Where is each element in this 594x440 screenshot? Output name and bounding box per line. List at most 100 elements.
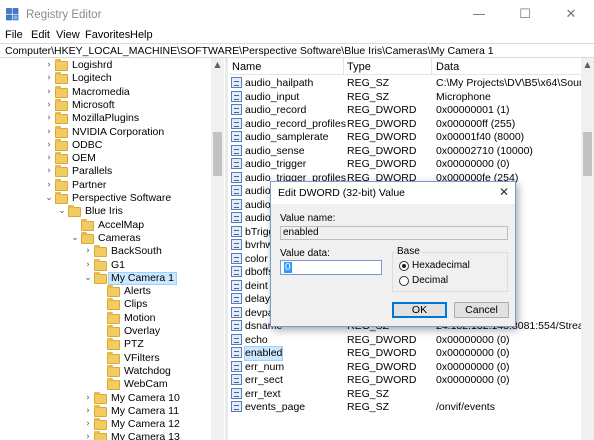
tree-item-label[interactable]: Macromedia bbox=[72, 86, 130, 99]
tree-item-label[interactable]: Perspective Software bbox=[72, 192, 171, 205]
tree-item[interactable]: › Partner bbox=[0, 178, 210, 192]
tree-item-label[interactable]: OEM bbox=[72, 152, 96, 165]
value-row[interactable]: events_page REG_SZ/onvif/events bbox=[229, 401, 581, 414]
value-name[interactable]: echo bbox=[245, 334, 268, 347]
expand-chevron-down-icon[interactable]: ⌄ bbox=[83, 272, 93, 285]
expand-chevron-right-icon[interactable]: › bbox=[44, 72, 54, 85]
tree-item[interactable]: › Logishrd bbox=[0, 59, 210, 72]
hexadecimal-radio[interactable] bbox=[399, 261, 409, 271]
tree-item[interactable]: › Logitech bbox=[0, 72, 210, 85]
tree-item-label[interactable]: G1 bbox=[111, 259, 125, 272]
tree-item-label[interactable]: Watchdog bbox=[124, 365, 171, 378]
tree-item[interactable]: › ODBC bbox=[0, 138, 210, 152]
tree-item[interactable]: Overlay bbox=[0, 325, 210, 338]
tree-item-label[interactable]: WebCam bbox=[124, 378, 168, 391]
minimize-button[interactable]: — bbox=[456, 0, 502, 30]
maximize-button[interactable]: ☐ bbox=[502, 0, 548, 30]
value-row[interactable]: echo REG_DWORD 0x00000000 (0) bbox=[229, 333, 581, 347]
expand-chevron-right-icon[interactable]: › bbox=[44, 59, 54, 72]
expand-chevron-right-icon[interactable]: › bbox=[44, 152, 54, 165]
tree-item-label[interactable]: Overlay bbox=[124, 325, 160, 338]
tree-item[interactable]: Alerts bbox=[0, 285, 210, 298]
menu-help[interactable]: Help bbox=[130, 29, 153, 41]
value-name[interactable]: deint bbox=[245, 280, 268, 293]
tree-scrollbar[interactable]: ▲ bbox=[211, 58, 224, 440]
tree-item[interactable]: › My Camera 13 bbox=[0, 431, 210, 440]
value-row[interactable]: audio_input REG_SZ Microphone bbox=[229, 90, 581, 104]
expand-chevron-right-icon[interactable]: › bbox=[83, 418, 93, 431]
tree-item[interactable]: VFilters bbox=[0, 351, 210, 365]
value-row[interactable]: enabled REG_DWORD 0x00000000 (0) bbox=[229, 346, 581, 361]
ok-button[interactable]: OK bbox=[392, 302, 447, 318]
value-data-input[interactable]: 0 bbox=[280, 260, 382, 275]
tree-item[interactable]: › Macromedia bbox=[0, 85, 210, 99]
value-name[interactable]: audio_input bbox=[245, 91, 299, 104]
expand-chevron-right-icon[interactable]: › bbox=[44, 86, 54, 99]
tree-item-label[interactable]: MozillaPlugins bbox=[72, 112, 139, 125]
tree-item-label[interactable]: My Camera 13 bbox=[111, 431, 180, 440]
tree-item-label[interactable]: Microsoft bbox=[72, 99, 115, 112]
expand-chevron-right-icon[interactable]: › bbox=[44, 126, 54, 139]
tree-item-label[interactable]: My Camera 11 bbox=[111, 405, 179, 418]
value-name[interactable]: err_text bbox=[245, 388, 281, 401]
scroll-up-arrow-icon[interactable]: ▲ bbox=[211, 58, 224, 71]
tree-item[interactable]: › OEM bbox=[0, 152, 210, 165]
tree-item-label[interactable]: Motion bbox=[124, 312, 156, 325]
tree-item[interactable]: ⌄ My Camera 1 bbox=[0, 271, 210, 285]
tree-item-label[interactable]: Clips bbox=[124, 298, 147, 311]
cancel-button[interactable]: Cancel bbox=[454, 302, 509, 318]
value-row[interactable]: err_sect REG_DWORD 0x00000000 (0) bbox=[229, 374, 581, 387]
value-name[interactable]: color bbox=[245, 253, 268, 266]
value-name[interactable]: enabled bbox=[243, 346, 284, 361]
tree-item[interactable]: › My Camera 10 bbox=[0, 391, 210, 405]
tree-item-label[interactable]: BackSouth bbox=[111, 245, 162, 258]
tree-item-label[interactable]: Cameras bbox=[98, 232, 141, 245]
value-name[interactable]: err_sect bbox=[245, 374, 283, 387]
tree-item[interactable]: ⌄ Blue Iris bbox=[0, 205, 210, 218]
tree-item-label[interactable]: Partner bbox=[72, 179, 106, 192]
column-header-type[interactable]: Type bbox=[347, 61, 371, 73]
tree-item[interactable]: Clips bbox=[0, 298, 210, 311]
tree-item[interactable]: › My Camera 11 bbox=[0, 404, 210, 418]
expand-chevron-right-icon[interactable]: › bbox=[83, 431, 93, 440]
value-name[interactable]: events_page bbox=[245, 401, 305, 414]
value-row[interactable]: err_text REG_SZ bbox=[229, 387, 581, 401]
tree-item[interactable]: › G1 bbox=[0, 258, 210, 272]
value-name[interactable]: audio_record_profiles bbox=[245, 118, 346, 131]
tree-item[interactable]: PTZ bbox=[0, 338, 210, 351]
expand-chevron-right-icon[interactable]: › bbox=[83, 392, 93, 405]
expand-chevron-right-icon[interactable]: › bbox=[83, 405, 93, 418]
menu-edit[interactable]: Edit bbox=[31, 29, 50, 41]
value-row[interactable]: audio_hailpath REG_SZ C:\My Projects\DV\B5… bbox=[229, 77, 581, 90]
value-row[interactable]: audio_samplerate REG_DWORD 0x00001f40 (800… bbox=[229, 131, 581, 144]
close-button[interactable]: ✕ bbox=[548, 0, 594, 30]
tree-item[interactable]: ⌄ Cameras bbox=[0, 231, 210, 245]
tree-item-label[interactable]: My Camera 12 bbox=[111, 418, 180, 431]
tree-item[interactable]: › Parallels bbox=[0, 165, 210, 178]
column-separator[interactable] bbox=[431, 58, 432, 75]
value-row[interactable]: audio_record REG_DWORD 0x00000001 (1) bbox=[229, 104, 581, 117]
tree-item-label[interactable]: My Camera 1 bbox=[108, 271, 178, 285]
tree-item-label[interactable]: Alerts bbox=[124, 285, 151, 298]
expand-chevron-right-icon[interactable]: › bbox=[44, 99, 54, 112]
value-name[interactable]: audio_trigger bbox=[245, 158, 306, 171]
column-separator[interactable] bbox=[343, 58, 344, 75]
tree-item[interactable]: › My Camera 12 bbox=[0, 418, 210, 431]
address-path[interactable]: Computer\HKEY_LOCAL_MACHINE\SOFTWARE\Per… bbox=[5, 45, 494, 57]
menu-view[interactable]: View bbox=[56, 29, 80, 41]
tree-item-label[interactable]: VFilters bbox=[124, 352, 160, 365]
expand-chevron-down-icon[interactable]: ⌄ bbox=[70, 232, 80, 245]
value-name[interactable]: audio_sense bbox=[245, 145, 305, 158]
address-bar[interactable]: Computer\HKEY_LOCAL_MACHINE\SOFTWARE\Per… bbox=[0, 43, 594, 58]
expand-chevron-right-icon[interactable]: › bbox=[44, 165, 54, 178]
expand-chevron-right-icon[interactable]: › bbox=[83, 259, 93, 272]
tree-item-label[interactable]: My Camera 10 bbox=[111, 392, 180, 405]
tree-item-label[interactable]: PTZ bbox=[124, 338, 144, 351]
menu-favorites[interactable]: Favorites bbox=[85, 29, 130, 41]
decimal-radio[interactable] bbox=[399, 276, 409, 286]
value-name[interactable]: audio_samplerate bbox=[245, 131, 328, 144]
value-row[interactable]: audio_trigger REG_DWORD 0x00000000 (0) bbox=[229, 158, 581, 171]
menu-file[interactable]: File bbox=[5, 29, 23, 41]
tree-item[interactable]: › NVIDIA Corporation bbox=[0, 125, 210, 139]
expand-chevron-down-icon[interactable]: ⌄ bbox=[44, 192, 54, 205]
